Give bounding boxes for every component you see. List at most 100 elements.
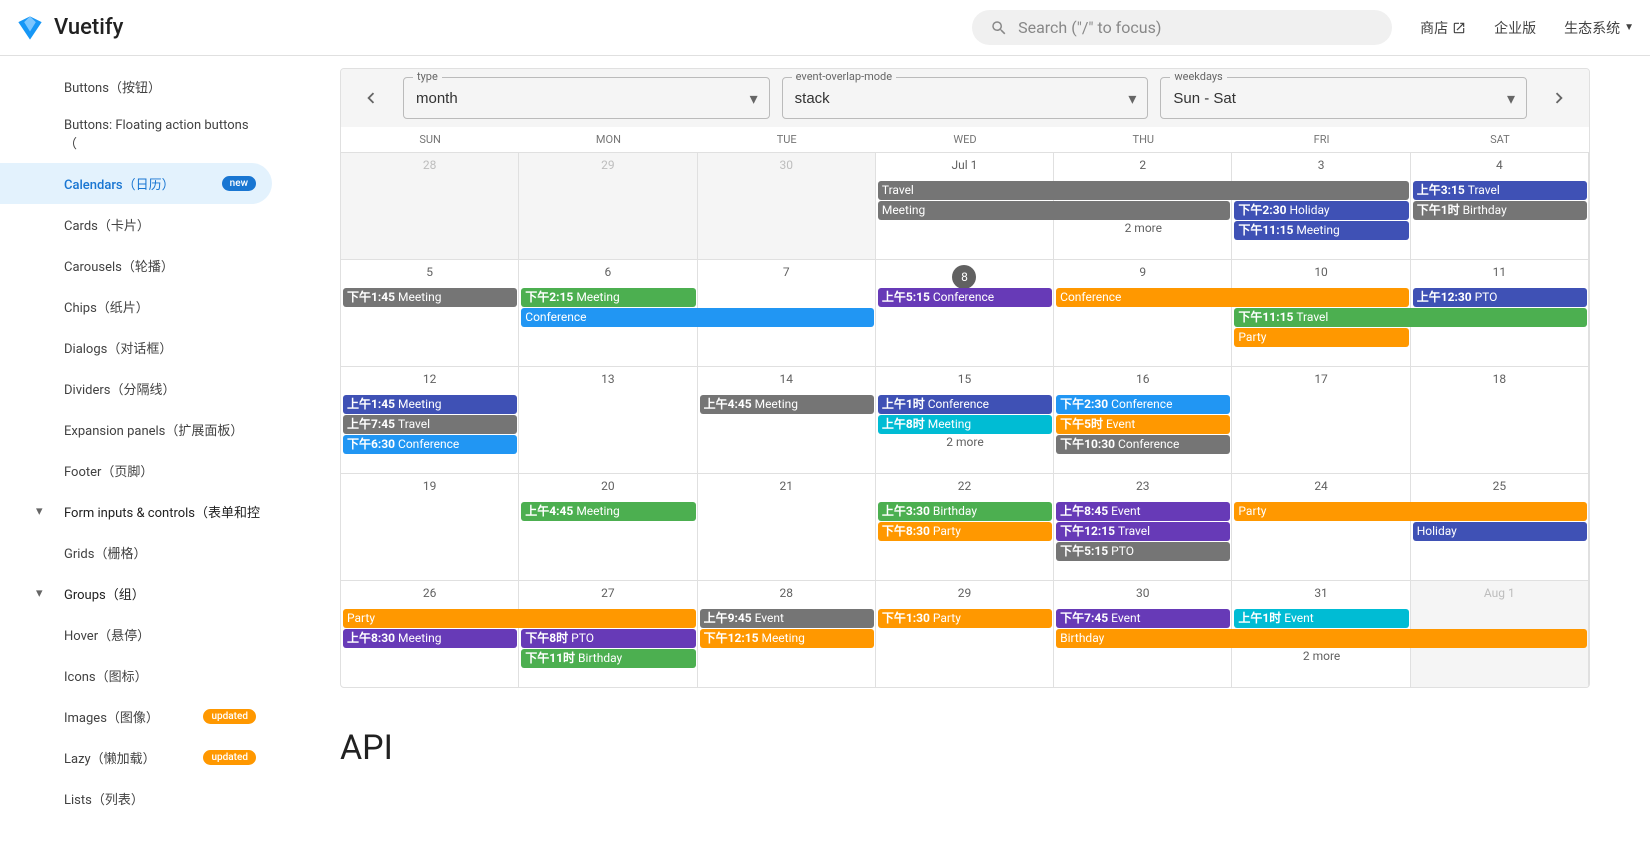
day-number: 10: [1232, 260, 1409, 283]
calendar-day[interactable]: 20: [519, 474, 697, 580]
sidebar-item-label: Hover（悬停）: [64, 625, 150, 644]
calendar-event[interactable]: 下午12:15 Meeting: [700, 629, 874, 648]
calendar-event[interactable]: 下午11:15 Meeting: [1234, 221, 1408, 240]
calendar-event[interactable]: 上午8时 Meeting: [878, 415, 1052, 434]
calendar-event[interactable]: Conference: [521, 308, 874, 327]
calendar-event[interactable]: 上午1:45 Meeting: [343, 395, 517, 414]
calendar-event[interactable]: 下午7:45 Event: [1056, 609, 1230, 628]
calendar-event[interactable]: Party: [1234, 328, 1408, 347]
calendar-event[interactable]: 下午2:30 Conference: [1056, 395, 1230, 414]
calendar-day[interactable]: 18: [1411, 367, 1589, 473]
calendar-day[interactable]: 30: [698, 153, 876, 259]
calendar-event[interactable]: Travel: [878, 181, 1409, 200]
calendar-day[interactable]: 24: [1232, 474, 1410, 580]
calendar-day[interactable]: 17: [1232, 367, 1410, 473]
calendar-event[interactable]: 上午3:30 Birthday: [878, 502, 1052, 521]
select-type[interactable]: type: [403, 77, 770, 119]
select-weekdays[interactable]: weekdays: [1160, 77, 1527, 119]
sidebar-item[interactable]: Icons（图标）: [0, 655, 272, 696]
calendar-event[interactable]: 下午2:30 Holiday: [1234, 201, 1408, 220]
sidebar-item[interactable]: Dividers（分隔线）: [0, 368, 272, 409]
calendar-event[interactable]: Birthday: [1056, 629, 1587, 648]
calendar-event[interactable]: Party: [343, 609, 696, 628]
event-title: Party: [933, 611, 961, 625]
sidebar-item[interactable]: Hover（悬停）: [0, 614, 272, 655]
sidebar-item[interactable]: Images（图像）updated: [0, 696, 272, 737]
calendar-event[interactable]: 上午8:30 Meeting: [343, 629, 517, 648]
calendar-event[interactable]: 下午8时 PTO: [521, 629, 695, 648]
calendar-event[interactable]: 上午5:15 Conference: [878, 288, 1052, 307]
calendar-event[interactable]: 下午1:45 Meeting: [343, 288, 517, 307]
calendar-event[interactable]: 下午1时 Birthday: [1413, 201, 1587, 220]
event-title: Conference: [525, 310, 586, 324]
sidebar-item[interactable]: Chips（纸片）: [0, 286, 272, 327]
header-link-ecosystem[interactable]: 生态系统 ▼: [1564, 18, 1634, 38]
calendar-day[interactable]: 9: [1054, 260, 1232, 366]
calendar-event[interactable]: 上午12:30 PTO: [1413, 288, 1587, 307]
calendar-day[interactable]: 28: [341, 153, 519, 259]
event-time: 下午2:30: [1238, 203, 1289, 217]
calendar-event[interactable]: 上午3:15 Travel: [1413, 181, 1587, 200]
more-events-link[interactable]: 2 more: [876, 435, 1054, 449]
calendar-day[interactable]: 14: [698, 367, 876, 473]
select-overlap-mode[interactable]: event-overlap-mode: [782, 77, 1149, 119]
search-input[interactable]: Search ("/" to focus): [972, 10, 1392, 45]
calendar-event[interactable]: 上午1时 Conference: [878, 395, 1052, 414]
calendar-event[interactable]: 上午8:45 Event: [1056, 502, 1230, 521]
calendar-event[interactable]: Party: [1234, 502, 1587, 521]
calendar-day[interactable]: 19: [341, 474, 519, 580]
sidebar-item-label: Icons（图标）: [64, 666, 148, 685]
sidebar-group[interactable]: ▾Form inputs & controls（表单和控: [0, 491, 280, 532]
day-number: 14: [698, 367, 875, 390]
calendar-next-button[interactable]: [1539, 78, 1579, 118]
more-events-link[interactable]: 2 more: [1054, 221, 1232, 235]
sidebar-item-label: Lists（列表）: [64, 789, 144, 808]
sidebar-item[interactable]: Grids（栅格）: [0, 532, 272, 573]
sidebar-item[interactable]: Cards（卡片）: [0, 204, 272, 245]
calendar-event[interactable]: Conference: [1056, 288, 1409, 307]
sidebar-item-label: Form inputs & controls（表单和控: [64, 502, 260, 521]
calendar-event[interactable]: 下午6:30 Conference: [343, 435, 517, 454]
calendar-day[interactable]: 21: [698, 474, 876, 580]
calendar-event[interactable]: 下午1:30 Party: [878, 609, 1052, 628]
sidebar-item[interactable]: Dialogs（对话框）: [0, 327, 272, 368]
header-link-store[interactable]: 商店: [1420, 18, 1466, 38]
sidebar-item[interactable]: Footer（页脚）: [0, 450, 272, 491]
calendar-event[interactable]: 下午12:15 Travel: [1056, 522, 1230, 541]
calendar-day[interactable]: 5: [341, 260, 519, 366]
calendar-event[interactable]: 下午5时 Event: [1056, 415, 1230, 434]
header-link-enterprise[interactable]: 企业版: [1494, 18, 1536, 38]
day-number: 6: [519, 260, 696, 283]
calendar-event[interactable]: 上午1时 Event: [1234, 609, 1408, 628]
calendar-event[interactable]: 下午11时 Birthday: [521, 649, 695, 668]
calendar-day[interactable]: 8: [876, 260, 1054, 366]
calendar-event[interactable]: Holiday: [1413, 522, 1587, 541]
calendar-day[interactable]: 29: [519, 153, 697, 259]
sidebar-item[interactable]: Expansion panels（扩展面板）: [0, 409, 272, 450]
calendar-prev-button[interactable]: [351, 78, 391, 118]
calendar-event[interactable]: 上午7:45 Travel: [343, 415, 517, 434]
sidebar-item[interactable]: Buttons（按钮）: [0, 66, 272, 107]
sidebar-item[interactable]: Buttons: Floating action buttons（: [0, 107, 272, 163]
calendar-event[interactable]: 上午4:45 Meeting: [700, 395, 874, 414]
calendar-day[interactable]: 29: [876, 581, 1054, 687]
sidebar-item[interactable]: Lazy（懒加载）updated: [0, 737, 272, 778]
sidebar-item[interactable]: Carousels（轮播）: [0, 245, 272, 286]
calendar-event[interactable]: 下午10:30 Conference: [1056, 435, 1230, 454]
calendar-event[interactable]: 下午2:15 Meeting: [521, 288, 695, 307]
calendar-event[interactable]: 上午9:45 Event: [700, 609, 874, 628]
logo-area[interactable]: Vuetify: [16, 14, 123, 42]
sidebar-item[interactable]: Calendars（日历）new: [0, 163, 272, 204]
sidebar-group[interactable]: ▾Groups（组）: [0, 573, 280, 614]
event-time: 上午9:45: [704, 611, 755, 625]
calendar-event[interactable]: 上午4:45 Meeting: [521, 502, 695, 521]
calendar-event[interactable]: 下午8:30 Party: [878, 522, 1052, 541]
calendar-event[interactable]: Meeting: [878, 201, 1231, 220]
calendar-event[interactable]: 下午11:15 Travel: [1234, 308, 1587, 327]
calendar-week: 262728293031Aug 1Party上午8:30 Meeting下午8时…: [341, 580, 1589, 687]
calendar-event[interactable]: 下午5:15 PTO: [1056, 542, 1230, 561]
event-time: 上午7:45: [347, 417, 398, 431]
sidebar-item[interactable]: Lists（列表）: [0, 778, 272, 819]
more-events-link[interactable]: 2 more: [1232, 649, 1410, 663]
calendar-day[interactable]: 13: [519, 367, 697, 473]
